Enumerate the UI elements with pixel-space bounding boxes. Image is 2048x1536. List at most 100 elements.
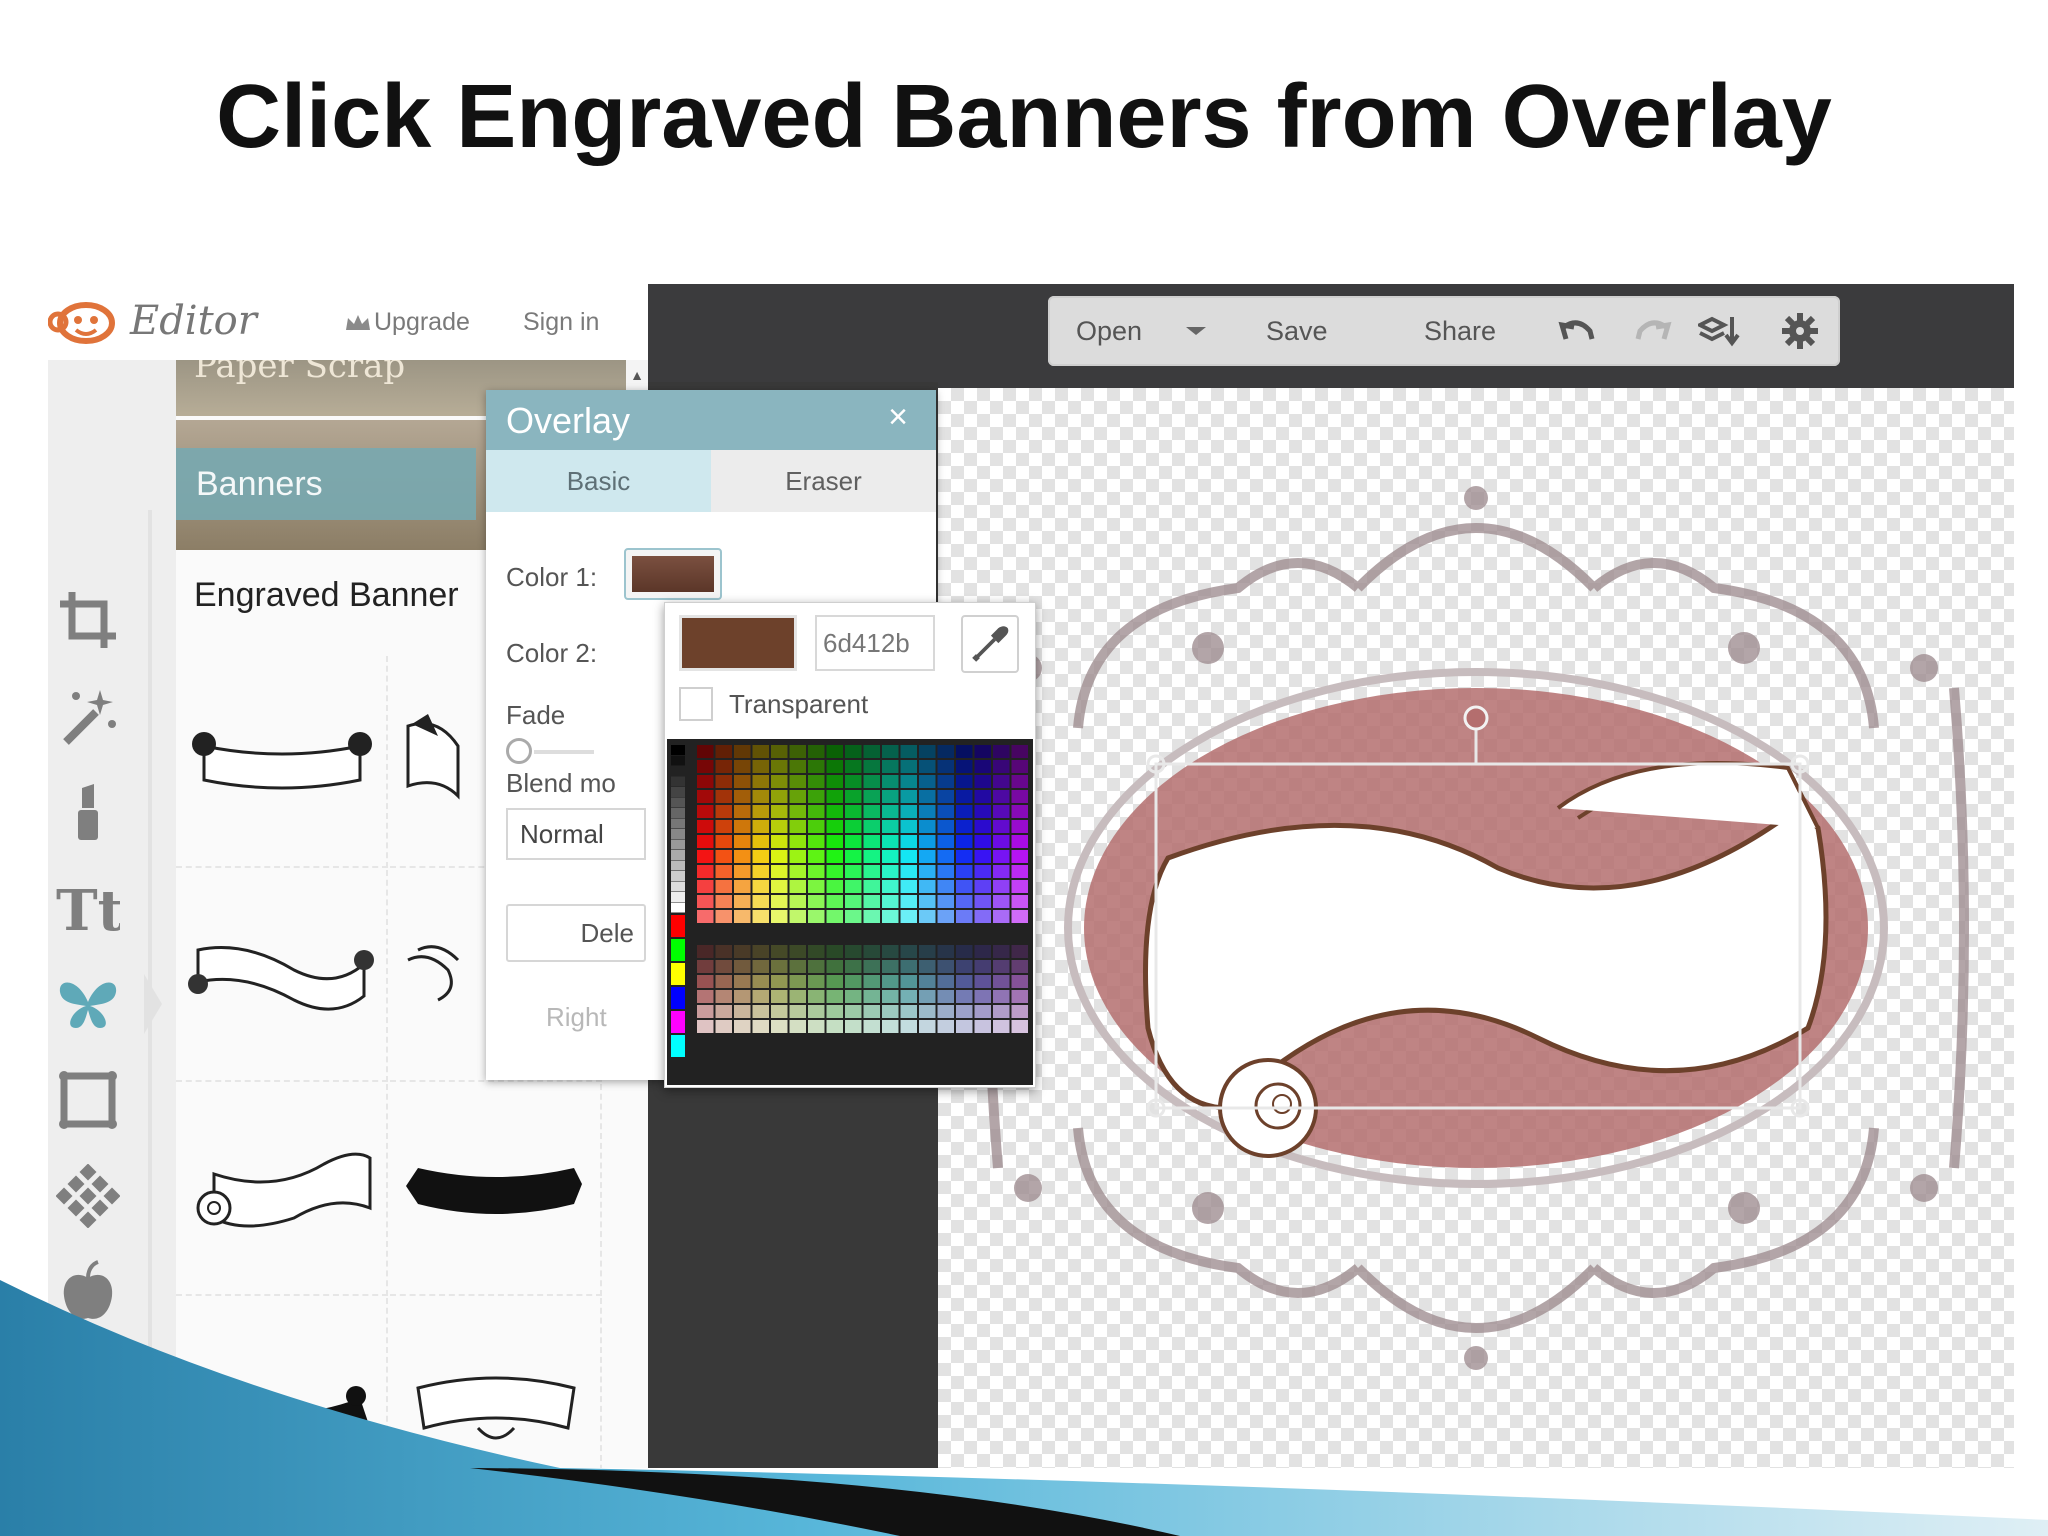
palette-swatch <box>956 805 973 818</box>
palette-swatch <box>937 895 954 908</box>
palette-swatch <box>956 960 973 973</box>
tab-eraser[interactable]: Eraser <box>711 450 936 512</box>
palette-swatch <box>808 760 825 773</box>
palette-swatch <box>671 829 685 839</box>
palette-swatch <box>789 820 806 833</box>
palette-swatch <box>808 910 825 923</box>
palette-swatch <box>715 835 732 848</box>
palette-swatch <box>671 871 685 881</box>
palette-swatch <box>1011 945 1028 958</box>
tab-basic[interactable]: Basic <box>486 450 711 512</box>
color1-swatch[interactable] <box>624 548 722 600</box>
delete-button[interactable]: Dele <box>506 904 646 962</box>
frames-tool[interactable] <box>48 1060 128 1140</box>
palette-swatch <box>1011 975 1028 988</box>
upgrade-link[interactable]: Upgrade <box>344 308 470 337</box>
palette-swatch <box>919 805 936 818</box>
open-button[interactable]: Open <box>1076 296 1142 366</box>
palette-swatch <box>771 960 788 973</box>
palette-swatch <box>671 963 685 985</box>
textures-tool[interactable] <box>48 1156 128 1236</box>
palette-swatch <box>900 865 917 878</box>
scroll-up-arrow[interactable]: ▲ <box>626 360 648 390</box>
fade-slider-handle[interactable] <box>506 738 532 764</box>
banner-thumbnail[interactable] <box>390 1084 602 1296</box>
palette-swatch <box>956 820 973 833</box>
transparent-label: Transparent <box>729 689 869 719</box>
palette-swatch <box>734 975 751 988</box>
palette-swatch <box>734 1020 751 1033</box>
palette-swatch <box>974 975 991 988</box>
palette-swatch <box>671 892 685 902</box>
palette-swatch <box>919 865 936 878</box>
palette-swatch <box>671 839 685 850</box>
palette-swatch <box>882 895 899 908</box>
palette-swatch <box>956 910 973 923</box>
palette-swatch <box>826 1005 843 1018</box>
overlay-header: Overlay × <box>486 390 936 450</box>
butterfly-icon <box>59 982 117 1028</box>
color2-label: Color 2: <box>506 638 598 668</box>
banner-thumbnail[interactable] <box>176 1298 388 1468</box>
palette-swatch <box>993 835 1010 848</box>
banner-thumbnail[interactable] <box>176 1084 388 1296</box>
palette-swatch <box>900 910 917 923</box>
banner-thumbnail[interactable] <box>176 656 388 868</box>
undo-icon[interactable] <box>1556 311 1600 351</box>
blend-mode-select[interactable]: Normal <box>506 808 646 860</box>
palette-swatch <box>752 835 769 848</box>
palette-swatch <box>937 1020 954 1033</box>
palette-swatch <box>1011 835 1028 848</box>
seasonal-tool[interactable] <box>48 1252 128 1332</box>
image-canvas[interactable] <box>938 388 2014 1468</box>
redo-icon[interactable] <box>1630 311 1674 351</box>
palette-swatch <box>826 1020 843 1033</box>
palette-swatch <box>956 790 973 803</box>
palette-swatch <box>882 790 899 803</box>
sign-in-link[interactable]: Sign in <box>523 308 599 337</box>
palette-swatch <box>752 1005 769 1018</box>
banner-thumbnail[interactable] <box>176 870 388 1082</box>
effects-tool[interactable] <box>48 676 128 756</box>
palette-swatch <box>789 850 806 863</box>
color-palette-grid[interactable] <box>667 739 1033 1085</box>
palette-swatch <box>863 895 880 908</box>
palette-swatch <box>993 910 1010 923</box>
banner-thumbnail[interactable] <box>390 1298 602 1468</box>
palette-swatch <box>697 760 714 773</box>
eyedropper-icon <box>972 626 1009 662</box>
palette-swatch <box>882 775 899 788</box>
palette-swatch <box>808 850 825 863</box>
close-icon[interactable]: × <box>888 398 908 437</box>
palette-swatch <box>671 808 685 818</box>
palette-swatch <box>937 880 954 893</box>
palette-swatch <box>715 745 732 758</box>
apple-icon <box>63 1260 113 1319</box>
palette-swatch <box>937 835 954 848</box>
palette-swatch <box>845 1020 862 1033</box>
palette-swatch <box>937 975 954 988</box>
save-button[interactable]: Save <box>1266 296 1328 366</box>
palette-swatch <box>734 775 751 788</box>
hex-input[interactable]: 6d412b <box>815 615 935 671</box>
palette-swatch <box>993 975 1010 988</box>
overlay-tool[interactable] <box>48 964 162 1044</box>
palette-swatch <box>789 745 806 758</box>
touch-up-tool[interactable] <box>48 772 128 852</box>
chevron-down-icon[interactable] <box>1174 311 1218 351</box>
fade-slider-track[interactable] <box>534 750 594 754</box>
palette-swatch <box>752 880 769 893</box>
eyedropper-button[interactable] <box>961 615 1019 673</box>
text-tool[interactable]: Tt <box>48 868 128 948</box>
palette-swatch <box>671 987 685 1009</box>
transparent-checkbox[interactable] <box>679 687 713 721</box>
palette-swatch <box>671 1011 685 1033</box>
palette-swatch <box>993 865 1010 878</box>
palette-swatch <box>863 835 880 848</box>
layers-icon[interactable] <box>1698 311 1742 351</box>
crop-tool[interactable] <box>48 580 128 660</box>
palette-swatch <box>919 895 936 908</box>
share-button[interactable]: Share <box>1424 296 1496 366</box>
palette-swatch <box>734 850 751 863</box>
gear-icon[interactable] <box>1778 311 1822 351</box>
